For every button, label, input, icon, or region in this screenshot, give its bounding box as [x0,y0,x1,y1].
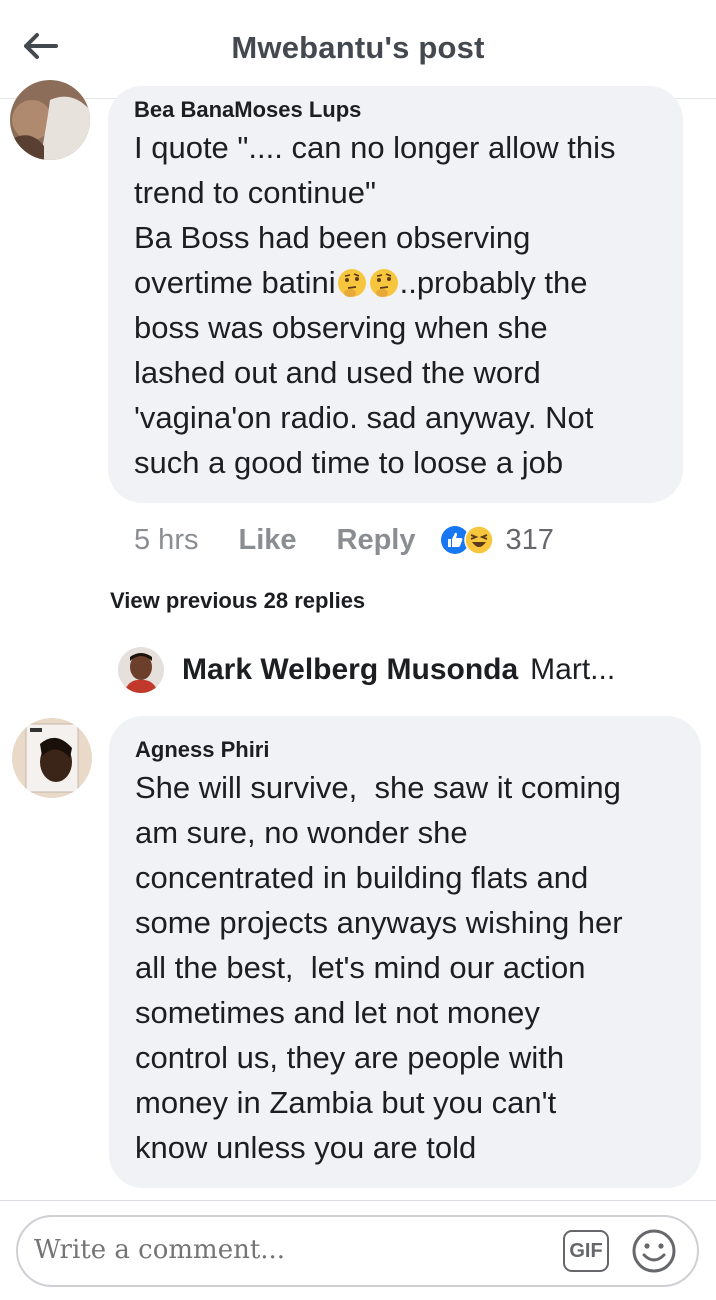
reply-author: Mark Welberg Musonda [182,653,519,686]
reply-button[interactable]: Reply [337,524,416,557]
divider [0,1200,716,1201]
comment-composer: GIF [16,1215,699,1287]
avatar[interactable] [10,80,90,160]
avatar[interactable] [12,718,92,798]
reply-preview[interactable]: Mark Welberg Musonda Mart... [118,645,708,695]
comment-bubble: Agness Phiri She will survive, she saw i… [109,716,701,1188]
like-button[interactable]: Like [238,524,296,557]
view-previous-replies-link[interactable]: View previous 28 replies [110,588,365,614]
comment-bubble: Bea BanaMoses Lups I quote ".... can no … [108,86,683,503]
reaction-summary[interactable]: 317 [440,524,554,557]
emoji-icon[interactable] [630,1227,678,1275]
page-title: Mwebantu's post [231,30,485,65]
avatar [118,647,164,693]
post-header: Mwebantu's post [0,0,716,99]
comment-author[interactable]: Bea BanaMoses Lups [134,97,657,123]
comment-author[interactable]: Agness Phiri [135,737,675,763]
comment-text: I quote ".... can no longer allow this t… [134,130,615,480]
comment-actions: 5 hrs Like Reply 317 [134,518,554,562]
thinking-face-icon [337,269,366,297]
thinking-face-icon [369,269,398,297]
avatar-photo [12,718,92,798]
reply-snippet: Mart... [530,653,616,686]
gif-button[interactable]: GIF [563,1230,609,1272]
comment-text: She will survive, she saw it coming am s… [135,770,623,1165]
haha-reaction-icon [463,525,494,555]
reaction-count: 317 [505,523,554,556]
avatar-photo [10,80,90,160]
comment-input[interactable] [34,1235,534,1265]
comment-timestamp[interactable]: 5 hrs [134,524,198,557]
